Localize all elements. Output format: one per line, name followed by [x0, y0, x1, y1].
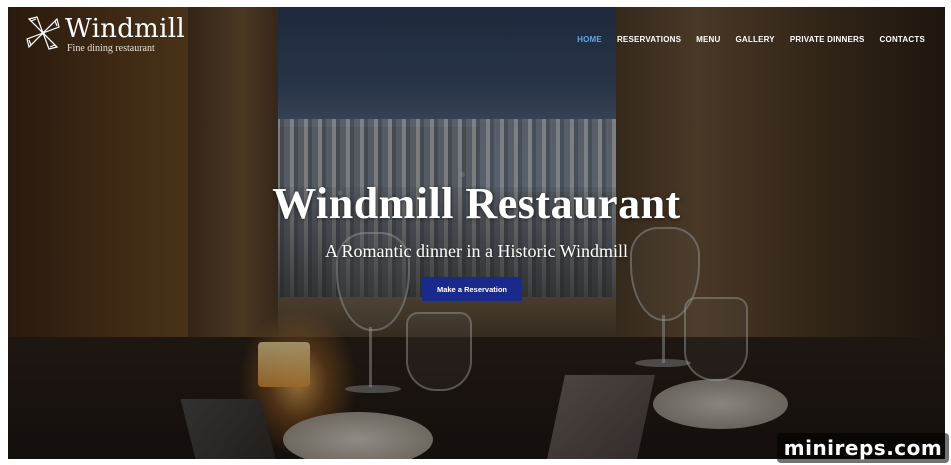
- nav-menu[interactable]: MENU: [696, 35, 720, 44]
- brand-tagline: Fine dining restaurant: [67, 43, 155, 54]
- site-logo[interactable]: Windmill Fine dining restaurant: [25, 15, 185, 55]
- nav-reservations[interactable]: RESERVATIONS: [617, 35, 681, 44]
- logo-text: Windmill Fine dining restaurant: [65, 15, 185, 55]
- main-nav: HOME RESERVATIONS MENU GALLERY PRIVATE D…: [577, 35, 925, 44]
- nav-home[interactable]: HOME: [577, 35, 602, 44]
- hero-section: Windmill Fine dining restaurant HOME RES…: [8, 7, 945, 459]
- hero-title: Windmill Restaurant: [272, 179, 681, 228]
- nav-contacts[interactable]: CONTACTS: [880, 35, 925, 44]
- nav-gallery[interactable]: GALLERY: [736, 35, 775, 44]
- hero-background-image: [8, 7, 945, 459]
- watermark: minireps.com: [777, 433, 949, 463]
- hero-subtitle: A Romantic dinner in a Historic Windmill: [325, 241, 628, 261]
- nav-private-dinners[interactable]: PRIVATE DINNERS: [790, 35, 865, 44]
- brand-name: Windmill: [65, 14, 185, 44]
- windmill-icon: [26, 16, 60, 50]
- make-reservation-button[interactable]: Make a Reservation: [422, 277, 522, 301]
- dark-overlay: [8, 7, 945, 459]
